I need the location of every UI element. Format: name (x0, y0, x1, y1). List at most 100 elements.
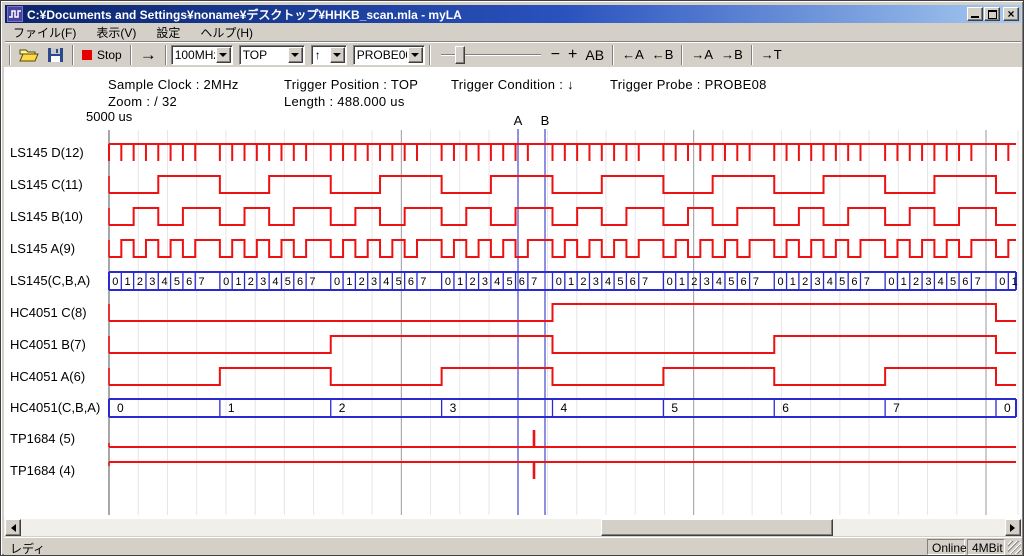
svg-text:B: B (541, 113, 550, 128)
svg-text:6: 6 (297, 276, 303, 288)
svg-text:7: 7 (893, 401, 900, 415)
edge-select[interactable]: ↑ (311, 45, 347, 65)
zoom-out-button[interactable]: − (547, 44, 564, 66)
status-ready-text: レディ (10, 540, 45, 556)
save-button[interactable] (43, 45, 68, 65)
svg-text:5: 5 (506, 276, 512, 288)
svg-text:1: 1 (901, 276, 907, 288)
goto-trigger-button[interactable]: →T (757, 45, 786, 64)
svg-text:7: 7 (420, 276, 426, 288)
svg-text:2: 2 (137, 276, 143, 288)
svg-text:5: 5 (671, 401, 678, 415)
svg-text:5: 5 (728, 276, 734, 288)
menu-settings[interactable]: 設定 (148, 23, 188, 42)
separator (130, 45, 132, 65)
svg-text:0: 0 (223, 276, 229, 288)
svg-text:0: 0 (667, 276, 673, 288)
svg-text:4: 4 (827, 276, 833, 288)
app-window: C:¥Documents and Settings¥noname¥デスクトップ¥… (0, 0, 1024, 556)
probe-select[interactable]: PROBE00 (353, 45, 425, 65)
toolbar-grip (9, 45, 11, 65)
svg-text:5: 5 (950, 276, 956, 288)
app-icon (7, 6, 23, 22)
scrollbar-thumb[interactable] (601, 519, 833, 536)
svg-text:5: 5 (839, 276, 845, 288)
scroll-right-button[interactable] (1005, 519, 1021, 536)
svg-text:4: 4 (605, 276, 611, 288)
chevron-down-icon[interactable] (408, 47, 423, 63)
menu-help[interactable]: ヘルプ(H) (192, 23, 261, 42)
menu-bar: ファイル(F) 表示(V) 設定 ヘルプ(H) (5, 24, 1021, 41)
arrow-right-icon (1010, 524, 1019, 532)
svg-text:6: 6 (408, 276, 414, 288)
svg-text:2: 2 (248, 276, 254, 288)
minimize-icon (971, 16, 979, 18)
title-bar[interactable]: C:¥Documents and Settings¥noname¥デスクトップ¥… (5, 5, 1021, 23)
goto-b-left-button[interactable]: ←B (648, 45, 678, 64)
svg-text:6: 6 (630, 276, 636, 288)
svg-text:1: 1 (235, 276, 241, 288)
svg-text:4: 4 (716, 276, 722, 288)
svg-text:7: 7 (309, 276, 315, 288)
svg-text:7: 7 (753, 276, 759, 288)
svg-text:5: 5 (617, 276, 623, 288)
svg-text:0: 0 (1004, 401, 1011, 415)
window-title: C:¥Documents and Settings¥noname¥デスクトップ¥… (27, 6, 462, 23)
maximize-button[interactable] (984, 7, 1000, 21)
svg-text:6: 6 (519, 276, 525, 288)
svg-text:0: 0 (888, 276, 894, 288)
run-button[interactable]: → (136, 43, 161, 67)
svg-text:0: 0 (334, 276, 340, 288)
slider-thumb[interactable] (455, 46, 465, 64)
clock-select[interactable]: 100MHz (171, 45, 233, 65)
svg-text:2: 2 (470, 276, 476, 288)
svg-text:6: 6 (962, 276, 968, 288)
svg-text:7: 7 (642, 276, 648, 288)
save-floppy-icon (47, 47, 64, 63)
svg-text:0: 0 (112, 276, 118, 288)
svg-text:3: 3 (450, 401, 457, 415)
svg-text:2: 2 (802, 276, 808, 288)
svg-text:3: 3 (704, 276, 710, 288)
svg-text:3: 3 (593, 276, 599, 288)
zoom-slider[interactable] (441, 45, 541, 65)
zoom-in-button[interactable]: + (564, 44, 581, 66)
toolbar: Stop → 100MHz TOP ↑ PROBE00 − + AB ←A (5, 41, 1021, 67)
svg-text:1: 1 (457, 276, 463, 288)
waveform-area[interactable]: AB01234567012345670123456701234567012345… (4, 67, 1022, 519)
trigger-position-select[interactable]: TOP (239, 45, 305, 65)
svg-text:6: 6 (741, 276, 747, 288)
svg-text:0: 0 (777, 276, 783, 288)
chevron-down-icon[interactable] (330, 47, 345, 63)
minimize-button[interactable] (967, 7, 983, 21)
svg-text:0: 0 (556, 276, 562, 288)
scroll-left-button[interactable] (5, 519, 21, 536)
stop-button[interactable]: Stop (78, 46, 126, 64)
menu-view[interactable]: 表示(V) (88, 23, 144, 42)
open-button[interactable] (15, 45, 43, 65)
resize-grip[interactable] (1008, 541, 1021, 554)
svg-text:1: 1 (346, 276, 352, 288)
svg-text:4: 4 (272, 276, 278, 288)
separator (681, 45, 683, 65)
chevron-down-icon[interactable] (216, 47, 231, 63)
svg-text:3: 3 (149, 276, 155, 288)
chevron-down-icon[interactable] (288, 47, 303, 63)
svg-text:3: 3 (260, 276, 266, 288)
svg-text:1: 1 (679, 276, 685, 288)
svg-text:4: 4 (938, 276, 944, 288)
horizontal-scrollbar[interactable] (4, 519, 1022, 536)
goto-a-left-button[interactable]: ←A (618, 45, 648, 64)
svg-text:4: 4 (383, 276, 389, 288)
svg-text:4: 4 (561, 401, 568, 415)
goto-a-right-button[interactable]: →A (687, 45, 717, 64)
separator (751, 45, 753, 65)
svg-text:7: 7 (198, 276, 204, 288)
separator (429, 45, 431, 65)
menu-file[interactable]: ファイル(F) (5, 23, 84, 42)
separator (612, 45, 614, 65)
separator (165, 45, 167, 65)
close-button[interactable]: × (1003, 7, 1019, 21)
goto-b-right-button[interactable]: →B (717, 45, 747, 64)
ab-button[interactable]: AB (581, 45, 608, 65)
